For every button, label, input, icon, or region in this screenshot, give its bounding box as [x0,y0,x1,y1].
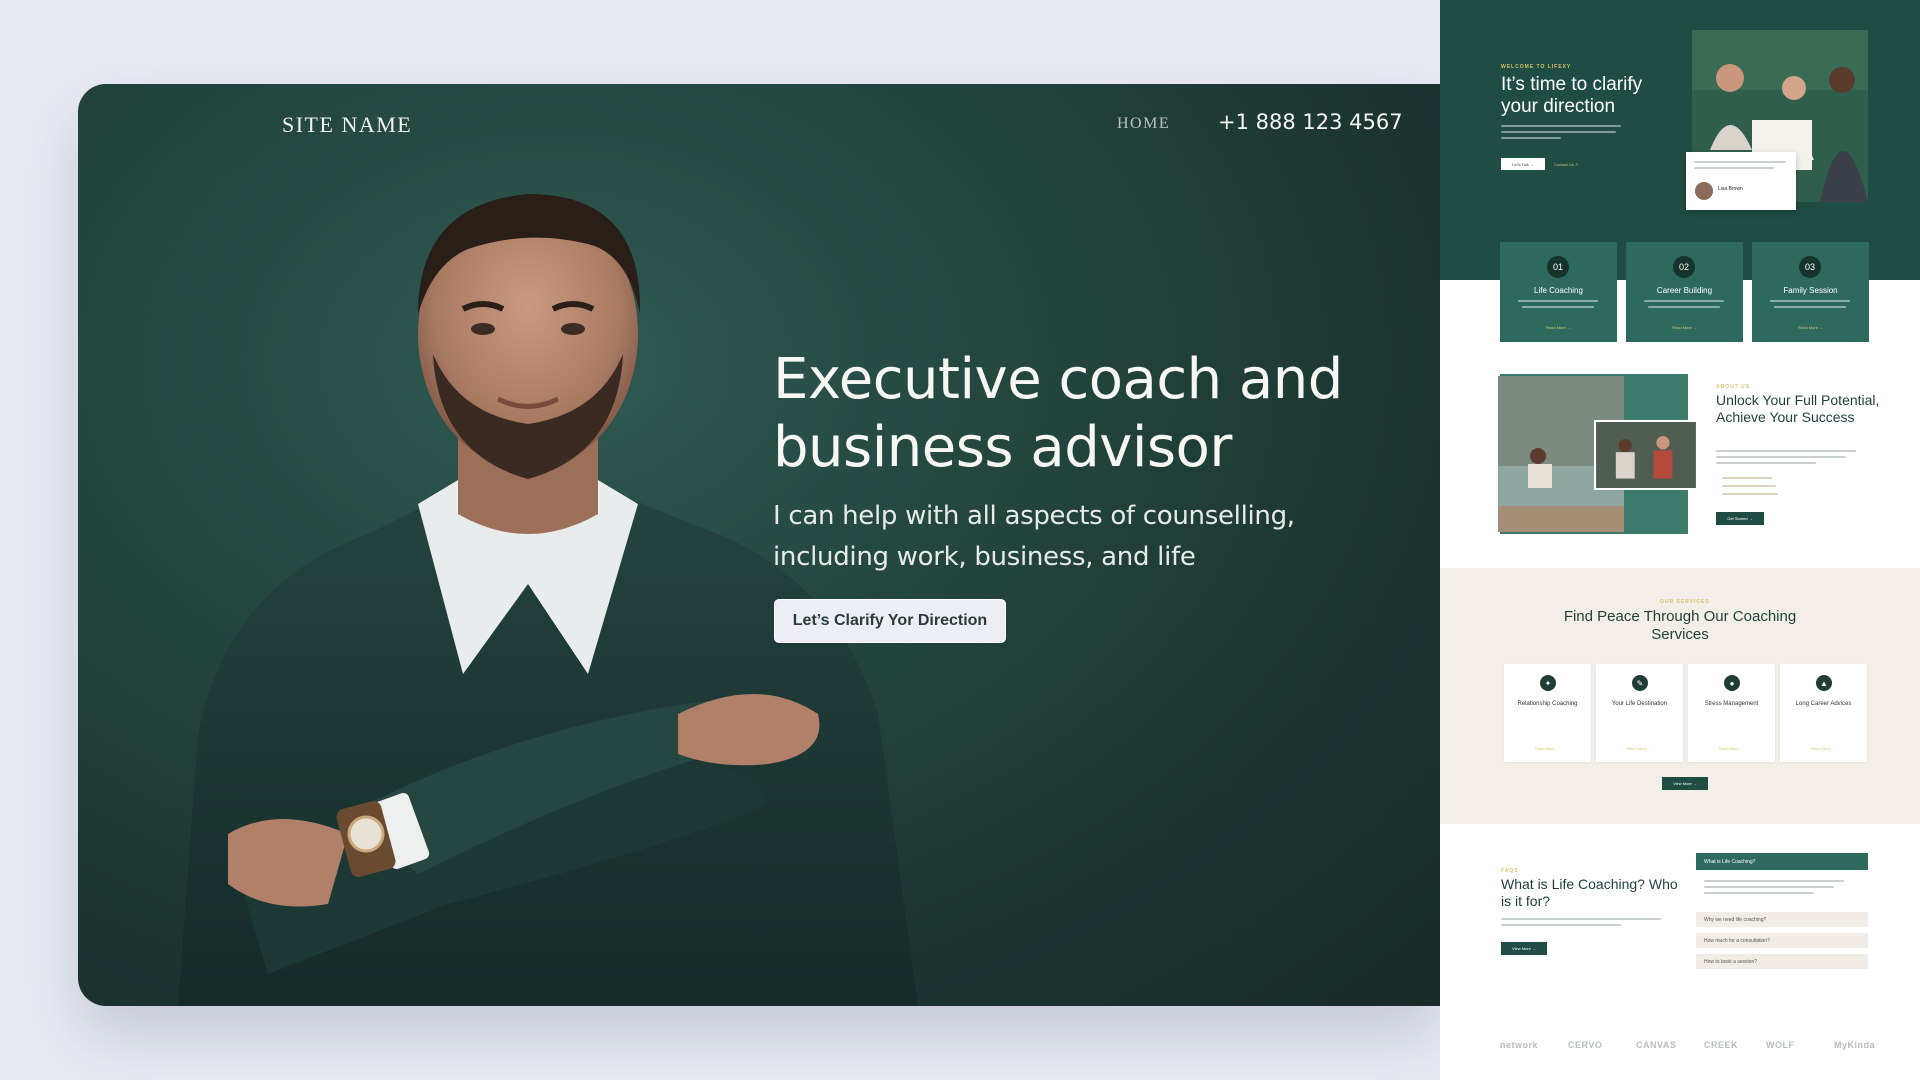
faq-item[interactable]: How much for a consultation? [1696,933,1868,948]
service-title: Your Life Destination [1611,701,1668,707]
card-number: 01 [1547,256,1569,278]
preview-faq-kicker: FAQS [1501,868,1519,874]
service-read-more-link[interactable]: Read More → [1780,746,1867,751]
hero-title: Executive coach and business advisor [773,347,1343,480]
preview-service-card[interactable]: ✦ Relationship Coaching Read More → [1504,664,1591,762]
phone-number[interactable]: +1 888 123 4567 [1218,110,1403,134]
faq-item[interactable]: Why we need life coaching? [1696,912,1868,927]
site-preview-panel: WELCOME TO LIFEXY It’s time to clarify y… [1440,0,1920,1080]
preview-kicker: WELCOME TO LIFEXY [1501,64,1572,70]
preview-about-heading: Unlock Your Full Potential, Achieve Your… [1716,392,1880,425]
site-name-logo[interactable]: SITE NAME [282,112,412,138]
card-title: Family Session [1783,286,1838,295]
partner-logo: CERVO [1568,1040,1603,1050]
faq-item-open[interactable]: What is Life Coaching? [1696,853,1868,870]
card-read-more-link[interactable]: Read More → [1500,325,1617,330]
hero-subtitle: I can help with all aspects of counselli… [773,501,1295,572]
service-read-more-link[interactable]: Read More → [1596,746,1683,751]
nav-home-link[interactable]: HOME [1117,115,1170,133]
service-read-more-link[interactable]: Read More → [1688,746,1775,751]
clarify-direction-button[interactable]: Let’s Clarify Yor Direction [774,599,1006,643]
preview-faq-heading: What is Life Coaching? Who is it for? [1501,876,1678,909]
preview-services-heading: Find Peace Through Our Coaching Services [1563,608,1797,643]
chart-icon: ▲ [1816,675,1832,691]
preview-card-family-session[interactable]: 03 Family Session Read More → [1752,242,1869,342]
preview-service-card[interactable]: ▲ Long Career Advices Read More → [1780,664,1867,762]
preview-service-card[interactable]: ✎ Your Life Destination Read More → [1596,664,1683,762]
service-title: Relationship Coaching [1517,701,1578,707]
service-title: Stress Management [1704,701,1759,707]
card-number: 03 [1799,256,1821,278]
partner-logo: CANVAS [1636,1040,1677,1050]
preview-about-inset-photo [1594,420,1698,490]
preview-testimonial-card: Lisa Brown [1686,152,1796,210]
preview-talk-button[interactable]: Let’s Talk → [1501,158,1545,170]
preview-get-started-button[interactable]: Get Started → [1716,512,1764,525]
service-title: Long Career Advices [1795,701,1852,707]
preview-services-kicker: OUR SERVICES [1660,599,1710,605]
card-read-more-link[interactable]: Read More → [1626,325,1743,330]
compass-icon: ✎ [1632,675,1648,691]
faq-item[interactable]: How to book a session? [1696,954,1868,969]
preview-contact-link[interactable]: Contact Us ↗ [1554,162,1578,167]
drop-icon: ● [1724,675,1740,691]
card-title: Life Coaching [1534,286,1583,295]
briefcase-icon: ✦ [1540,675,1556,691]
card-number: 02 [1673,256,1695,278]
preview-about-kicker: ABOUT US [1716,384,1751,390]
partner-logo: CREEK [1704,1040,1739,1050]
preview-avatar [1695,182,1713,200]
partner-logo: MyKinda [1834,1040,1876,1050]
preview-quote-name: Lisa Brown [1718,186,1743,192]
card-read-more-link[interactable]: Read More → [1752,325,1869,330]
preview-service-card[interactable]: ● Stress Management Read More → [1688,664,1775,762]
preview-card-career-building[interactable]: 02 Career Building Read More → [1626,242,1743,342]
preview-faq-button[interactable]: View More → [1501,942,1547,955]
partner-logo: network [1500,1040,1539,1050]
partner-logo: WOLF [1766,1040,1795,1050]
card-title: Career Building [1656,286,1713,295]
service-read-more-link[interactable]: Read More → [1504,746,1591,751]
preview-view-more-button[interactable]: View More → [1662,777,1708,790]
preview-card-life-coaching[interactable]: 01 Life Coaching Read More → [1500,242,1617,342]
hero-section: SITE NAME HOME +1 888 123 4567 Executive… [78,84,1440,1006]
preview-heading: It’s time to clarify your direction [1501,74,1643,117]
